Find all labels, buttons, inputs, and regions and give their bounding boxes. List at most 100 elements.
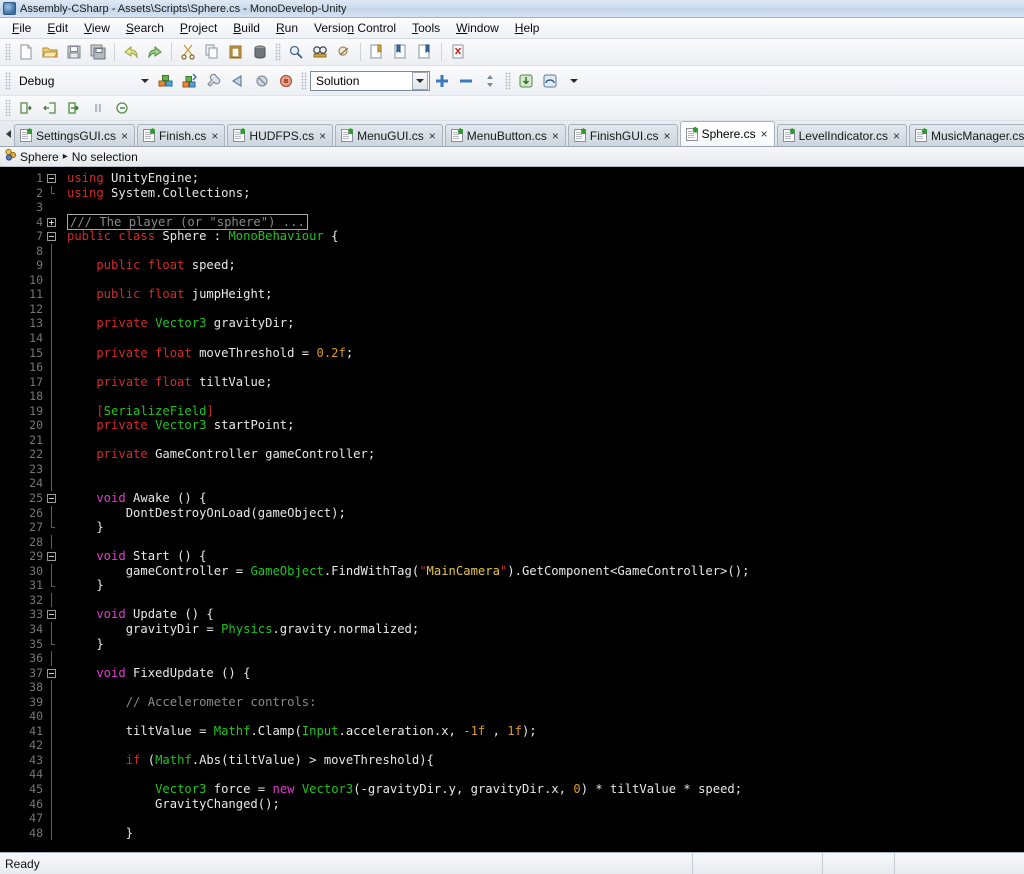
fold-line (51, 694, 52, 710)
document-tab-settingsgui-cs[interactable]: SettingsGUI.cs × (14, 124, 136, 146)
chevron-down-icon[interactable] (412, 71, 428, 90)
cut-icon[interactable] (176, 41, 200, 63)
document-tab-label: Finish.cs (159, 128, 207, 143)
toolbar-grip[interactable] (5, 71, 11, 90)
folded-comment-region[interactable]: /// The player (or "sphere") ... (67, 213, 308, 230)
breadcrumb-class[interactable]: Sphere (20, 150, 59, 164)
menu-item-run[interactable]: Run (268, 19, 306, 37)
overflow-chevron-icon[interactable] (562, 70, 586, 92)
zoom-out-icon[interactable] (454, 70, 478, 92)
close-icon[interactable]: × (760, 128, 768, 140)
menu-item-view[interactable]: View (76, 19, 118, 37)
menu-item-window[interactable]: Window (448, 19, 507, 37)
fold-collapse-icon[interactable] (47, 494, 56, 504)
document-tab-finish-cs[interactable]: Finish.cs × (137, 124, 226, 146)
find-icon[interactable] (284, 41, 308, 63)
close-icon[interactable]: × (120, 130, 128, 142)
step-over-icon[interactable] (14, 97, 38, 119)
step-out-icon[interactable] (62, 97, 86, 119)
fold-marker[interactable] (46, 215, 59, 230)
menu-item-build[interactable]: Build (225, 19, 268, 37)
fold-marker[interactable] (46, 491, 59, 506)
close-icon[interactable]: × (892, 130, 900, 142)
document-tab-menubutton-cs[interactable]: MenuButton.cs × (444, 124, 566, 146)
menu-item-version-control[interactable]: Version Control (306, 19, 404, 37)
previous-bookmark-icon[interactable] (389, 41, 413, 63)
step-into-icon[interactable] (38, 97, 62, 119)
fold-marker (46, 200, 59, 215)
fold-collapse-icon[interactable] (47, 174, 56, 183)
step-into-project-icon[interactable] (514, 70, 538, 92)
step-over-project-icon[interactable] (538, 70, 562, 92)
save-file-icon[interactable] (62, 41, 86, 63)
fold-collapse-icon[interactable] (47, 668, 56, 678)
document-tab-hudfps-cs[interactable]: HUDFPS.cs × (227, 124, 334, 146)
fold-line (51, 389, 52, 404)
open-file-icon[interactable] (38, 41, 62, 63)
scope-selector[interactable]: Solution (310, 70, 430, 91)
find-replace-icon[interactable] (308, 41, 332, 63)
continue-icon[interactable] (110, 97, 134, 119)
code-folding-gutter[interactable] (46, 167, 59, 852)
stop-icon[interactable] (250, 70, 274, 92)
toolbar-grip[interactable] (301, 71, 307, 90)
zoom-reset-icon[interactable] (478, 70, 502, 92)
redo-icon[interactable] (143, 41, 167, 63)
find-next-icon[interactable] (332, 41, 356, 63)
chevron-down-icon[interactable] (137, 72, 153, 90)
document-tab-finishgui-cs[interactable]: FinishGUI.cs × (567, 124, 678, 146)
menu-item-edit[interactable]: Edit (39, 19, 76, 37)
fold-marker[interactable] (46, 229, 59, 244)
menu-item-search[interactable]: Search (118, 19, 172, 37)
line-number: 29 (29, 549, 43, 564)
rebuild-solution-icon[interactable] (178, 70, 202, 92)
menu-item-tools[interactable]: Tools (404, 19, 448, 37)
close-icon[interactable]: × (210, 130, 218, 142)
document-tab-sphere-cs[interactable]: Sphere.cs × (679, 121, 775, 146)
close-icon[interactable]: × (318, 130, 326, 142)
menu-item-help[interactable]: Help (507, 19, 548, 37)
menu-item-file[interactable]: File (4, 19, 39, 37)
new-file-icon[interactable] (14, 41, 38, 63)
menu-item-project[interactable]: Project (172, 19, 225, 37)
build-solution-icon[interactable] (154, 70, 178, 92)
fold-marker[interactable] (46, 171, 59, 186)
fold-marker[interactable] (46, 666, 59, 681)
zoom-in-icon[interactable] (430, 70, 454, 92)
save-all-icon[interactable] (86, 41, 110, 63)
fold-collapse-icon[interactable] (47, 610, 56, 620)
fold-marker[interactable] (46, 607, 59, 622)
document-tab-levelindicator-cs[interactable]: LevelIndicator.cs × (776, 124, 908, 146)
clear-bookmarks-icon[interactable] (446, 41, 470, 63)
delete-icon[interactable] (248, 41, 272, 63)
pause-icon[interactable] (86, 97, 110, 119)
toolbar-grip[interactable] (275, 43, 281, 61)
undo-icon[interactable] (119, 41, 143, 63)
toolbar-grip[interactable] (5, 43, 11, 61)
fold-expand-icon[interactable] (47, 217, 56, 227)
tab-scroll-left-icon[interactable] (2, 122, 14, 146)
code-text-area[interactable]: using UnityEngine; using System.Collectio… (63, 167, 1024, 852)
copy-icon[interactable] (200, 41, 224, 63)
code-editor[interactable]: 1 2 3 4 7 8 9 10 11 12 13 14 15 16 17 18 19 20 21 22 23 24 25 2… (0, 167, 1024, 852)
status-cell-mode (822, 853, 894, 874)
toggle-bookmark-icon[interactable] (365, 41, 389, 63)
close-icon[interactable]: × (428, 130, 436, 142)
document-tab-menugui-cs[interactable]: MenuGUI.cs × (335, 124, 443, 146)
fold-collapse-icon[interactable] (47, 232, 56, 242)
fold-marker[interactable] (46, 549, 59, 564)
configuration-selector[interactable]: Debug (14, 71, 154, 91)
next-bookmark-icon[interactable] (413, 41, 437, 63)
toolbar-grip[interactable] (505, 71, 511, 90)
close-icon[interactable]: × (663, 130, 671, 142)
attach-to-process-icon[interactable] (202, 70, 226, 92)
paste-icon[interactable] (224, 41, 248, 63)
stop-build-icon[interactable] (274, 70, 298, 92)
document-tab-musicmanager-cs[interactable]: MusicManager.cs× (909, 124, 1024, 146)
fold-collapse-icon[interactable] (47, 552, 56, 562)
code-token: ] (206, 403, 214, 418)
close-icon[interactable]: × (551, 130, 559, 142)
breadcrumb-member[interactable]: No selection (72, 150, 138, 164)
toolbar-grip[interactable] (5, 99, 11, 117)
run-icon[interactable] (226, 70, 250, 92)
